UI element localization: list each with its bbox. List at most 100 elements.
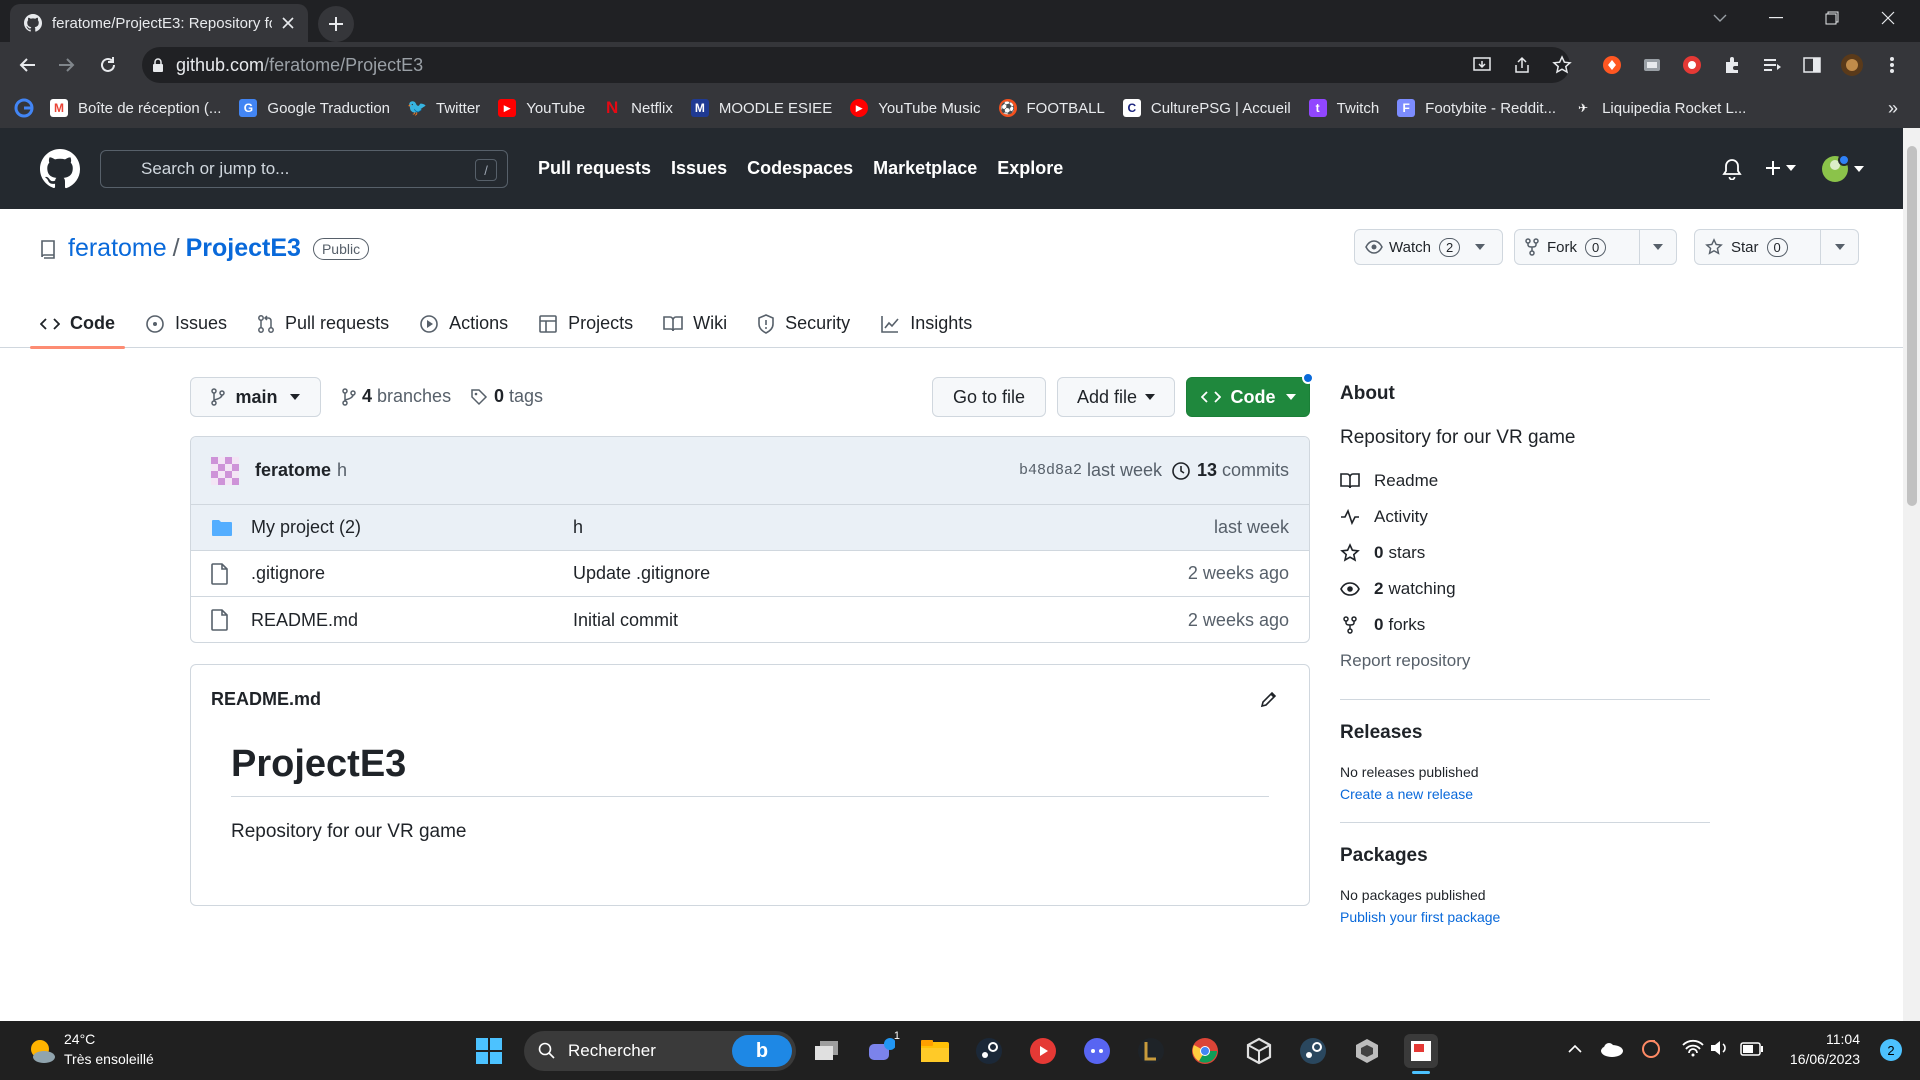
show-hidden-icons-chevron[interactable] xyxy=(1568,1043,1582,1053)
releases-title[interactable]: Releases xyxy=(1340,722,1710,744)
close-window-icon[interactable] xyxy=(1860,0,1916,36)
packages-title[interactable]: Packages xyxy=(1340,845,1710,867)
address-bar[interactable]: github.com/feratome/ProjectE3 xyxy=(142,47,1570,83)
file-name[interactable]: My project (2) xyxy=(251,517,361,538)
close-tab-icon[interactable] xyxy=(282,17,294,29)
update-sync-icon[interactable] xyxy=(1640,1038,1662,1060)
page-scrollbar[interactable] xyxy=(1903,128,1920,1021)
tab-security[interactable]: Security xyxy=(757,299,850,348)
more-bookmarks-icon[interactable]: » xyxy=(1888,98,1898,119)
tab-search-icon[interactable] xyxy=(1692,0,1748,36)
nav-issues[interactable]: Issues xyxy=(671,158,727,179)
battery-icon[interactable] xyxy=(1740,1042,1764,1056)
nav-marketplace[interactable]: Marketplace xyxy=(873,158,977,179)
branch-selector[interactable]: main xyxy=(190,377,321,417)
new-tab-button[interactable] xyxy=(318,6,354,42)
branches-link[interactable]: 4 branches xyxy=(342,386,451,407)
repo-owner-link[interactable]: feratome xyxy=(68,234,167,263)
notifications-bell-icon[interactable] xyxy=(1722,158,1742,180)
extension-red-icon[interactable] xyxy=(1680,53,1704,77)
bookmark-star-icon[interactable] xyxy=(1550,53,1574,77)
star-caret-icon[interactable] xyxy=(1820,230,1858,264)
windows-start-icon[interactable] xyxy=(472,1034,506,1068)
pencil-edit-icon[interactable] xyxy=(1259,689,1279,709)
repo-name-link[interactable]: ProjectE3 xyxy=(186,234,301,263)
bookmark-item[interactable]: M MOODLE ESIEE xyxy=(690,99,832,117)
bookmark-item[interactable]: G Google Traduction xyxy=(239,99,390,117)
tab-projects[interactable]: Projects xyxy=(538,299,633,348)
star-button[interactable]: Star 0 xyxy=(1694,229,1859,265)
unity-icon[interactable] xyxy=(1242,1034,1276,1068)
tab-pull-requests[interactable]: Pull requests xyxy=(257,299,389,348)
bookmark-item[interactable]: ⚽ FOOTBALL xyxy=(998,99,1105,117)
activity-link[interactable]: Activity xyxy=(1340,499,1710,535)
teams-chat-icon[interactable]: 1 xyxy=(864,1030,900,1068)
file-name[interactable]: .gitignore xyxy=(251,563,325,584)
google-apps-icon[interactable] xyxy=(14,98,34,118)
wifi-icon[interactable] xyxy=(1682,1039,1704,1057)
clock-time[interactable]: 11:04 xyxy=(1826,1031,1860,1047)
commit-sha[interactable]: b48d8a2 xyxy=(1019,462,1082,479)
file-commit-message[interactable]: Update .gitignore xyxy=(573,563,710,584)
watch-button[interactable]: Watch 2 xyxy=(1354,229,1503,265)
extensions-puzzle-icon[interactable] xyxy=(1720,53,1744,77)
bookmark-item[interactable]: M Boîte de réception (... xyxy=(50,99,221,117)
bookmark-item[interactable]: ▶ YouTube xyxy=(498,99,585,117)
report-repository-link[interactable]: Report repository xyxy=(1340,643,1710,679)
create-new-icon[interactable] xyxy=(1764,159,1796,177)
side-panel-icon[interactable] xyxy=(1800,53,1824,77)
fork-caret-icon[interactable] xyxy=(1638,230,1676,264)
onedrive-cloud-icon[interactable] xyxy=(1600,1041,1624,1057)
bookmark-item[interactable]: t Twitch xyxy=(1308,99,1379,117)
table-row[interactable]: .gitignore Update .gitignore 2 weeks ago xyxy=(191,551,1309,597)
extension-orange-icon[interactable] xyxy=(1600,53,1624,77)
share-icon[interactable] xyxy=(1510,53,1534,77)
extension-gray-icon[interactable] xyxy=(1640,53,1664,77)
fork-button[interactable]: Fork 0 xyxy=(1514,229,1677,265)
stars-link[interactable]: 0 stars xyxy=(1340,535,1710,571)
author-avatar[interactable] xyxy=(211,456,239,485)
lock-icon[interactable] xyxy=(152,58,164,72)
github-search-input[interactable]: Search or jump to... / xyxy=(100,150,508,188)
readme-link[interactable]: Readme xyxy=(1340,463,1710,499)
github-logo-icon[interactable] xyxy=(40,149,80,189)
discord-icon[interactable] xyxy=(1080,1034,1114,1068)
tab-wiki[interactable]: Wiki xyxy=(663,299,727,348)
back-icon[interactable] xyxy=(16,53,40,77)
browser-tab[interactable]: feratome/ProjectE3: Repository fo xyxy=(10,4,308,42)
chrome-icon[interactable] xyxy=(1188,1034,1222,1068)
commit-author[interactable]: feratome xyxy=(255,460,331,481)
user-avatar[interactable] xyxy=(1820,154,1864,184)
create-release-link[interactable]: Create a new release xyxy=(1340,786,1710,802)
steam-icon[interactable] xyxy=(972,1034,1006,1068)
steam-vr-icon[interactable] xyxy=(1296,1034,1330,1068)
watching-link[interactable]: 2 watching xyxy=(1340,571,1710,607)
add-file-button[interactable]: Add file xyxy=(1057,377,1175,417)
file-name[interactable]: README.md xyxy=(251,610,358,631)
bookmark-item[interactable]: 🐦 Twitter xyxy=(407,99,480,118)
table-row[interactable]: README.md Initial commit 2 weeks ago xyxy=(191,597,1309,642)
unity-hub-icon[interactable] xyxy=(1350,1034,1384,1068)
nav-codespaces[interactable]: Codespaces xyxy=(747,158,853,179)
nav-explore[interactable]: Explore xyxy=(997,158,1063,179)
tab-issues[interactable]: Issues xyxy=(145,299,227,348)
profile-avatar-icon[interactable] xyxy=(1840,53,1864,77)
bookmark-item[interactable]: F Footybite - Reddit... xyxy=(1397,99,1556,117)
file-commit-message[interactable]: h xyxy=(573,517,583,538)
file-explorer-icon[interactable] xyxy=(918,1034,952,1068)
bookmark-item[interactable]: ▶ YouTube Music xyxy=(850,99,981,117)
weather-description[interactable]: Très ensoleillé xyxy=(64,1051,154,1067)
tab-code[interactable]: Code xyxy=(30,299,125,349)
bookmark-item[interactable]: C CulturePSG | Accueil xyxy=(1122,99,1291,117)
youtube-app-icon[interactable] xyxy=(1026,1034,1060,1068)
media-queue-icon[interactable] xyxy=(1760,53,1784,77)
tab-actions[interactable]: Actions xyxy=(419,299,508,348)
weather-temperature[interactable]: 24°C xyxy=(64,1031,95,1047)
bookmark-item[interactable]: ✈ Liquipedia Rocket L... xyxy=(1574,99,1746,117)
volume-icon[interactable] xyxy=(1710,1039,1730,1057)
forward-icon[interactable] xyxy=(54,53,78,77)
browser-menu-icon[interactable] xyxy=(1880,53,1904,77)
commits-link[interactable]: 13 commits xyxy=(1171,460,1289,481)
forks-link[interactable]: 0 forks xyxy=(1340,607,1710,643)
task-view-icon[interactable] xyxy=(810,1034,844,1068)
